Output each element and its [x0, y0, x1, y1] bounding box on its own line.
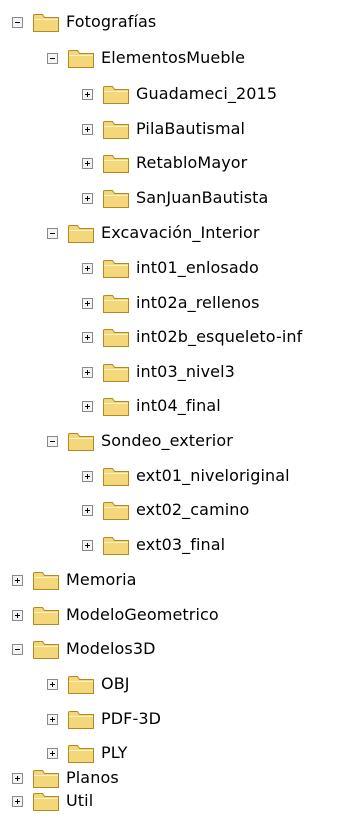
tree-item-label: RetabloMayor: [136, 153, 248, 172]
expand-icon[interactable]: [12, 795, 23, 807]
expand-icon[interactable]: [82, 262, 93, 274]
folder-icon: [103, 364, 129, 382]
tree-item-label: ext01_niveloriginal: [136, 466, 290, 485]
expand-icon[interactable]: [82, 504, 93, 516]
folder-icon: [103, 260, 129, 278]
tree-item-label: int01_enlosado: [136, 258, 259, 277]
tree-item-label: Guadameci_2015: [136, 84, 278, 103]
tree-item-elementosmueble[interactable]: ElementosMueble: [47, 41, 245, 75]
tree-item-label: Memoria: [66, 570, 137, 589]
folder-icon: [103, 121, 129, 139]
folder-icon: [68, 50, 94, 68]
expand-icon[interactable]: [47, 678, 58, 690]
tree-item-label: ElementosMueble: [101, 48, 246, 67]
tree-item-label: Excavación_Interior: [101, 223, 260, 242]
tree-item-pilabautismal[interactable]: PilaBautismal: [82, 112, 245, 146]
folder-icon: [33, 14, 59, 32]
expand-icon[interactable]: [12, 609, 23, 621]
folder-icon: [103, 398, 129, 416]
tree-item-label: PilaBautismal: [136, 119, 246, 138]
folder-icon: [68, 676, 94, 694]
folder-icon: [103, 155, 129, 173]
folder-tree: Fotografías ElementosMueble Guadameci_20…: [0, 0, 358, 818]
expand-icon[interactable]: [82, 192, 93, 204]
tree-item-fotografias[interactable]: Fotografías: [12, 5, 156, 39]
tree-item-memoria[interactable]: Memoria: [12, 563, 137, 597]
tree-item-int02a-rellenos[interactable]: int02a_rellenos: [82, 286, 260, 320]
expand-icon[interactable]: [82, 297, 93, 309]
tree-item-label: int02b_esqueleto-inf: [136, 327, 303, 346]
tree-item-util[interactable]: Util: [12, 784, 93, 818]
tree-item-guadameci-2015[interactable]: Guadameci_2015: [82, 77, 277, 111]
tree-item-label: ext02_camino: [136, 500, 250, 519]
expand-icon[interactable]: [82, 331, 93, 343]
tree-item-label: PDF-3D: [101, 709, 162, 728]
folder-icon: [103, 537, 129, 555]
folder-icon: [33, 572, 59, 590]
collapse-icon[interactable]: [12, 643, 23, 655]
tree-item-int03-nivel3[interactable]: int03_nivel3: [82, 355, 235, 389]
expand-icon[interactable]: [12, 574, 23, 586]
tree-item-excavacion-interior[interactable]: Excavación_Interior: [47, 216, 260, 250]
expand-icon[interactable]: [47, 713, 58, 725]
expand-icon[interactable]: [12, 772, 23, 784]
collapse-icon[interactable]: [47, 227, 58, 239]
expand-icon[interactable]: [82, 400, 93, 412]
folder-icon: [103, 502, 129, 520]
tree-item-label: Sondeo_exterior: [101, 431, 233, 450]
tree-item-modelos3d[interactable]: Modelos3D: [12, 632, 156, 666]
folder-icon: [33, 641, 59, 659]
expand-icon[interactable]: [82, 539, 93, 551]
expand-icon[interactable]: [82, 157, 93, 169]
tree-item-int01-enlosado[interactable]: int01_enlosado: [82, 251, 259, 285]
tree-item-label: Util: [66, 791, 94, 810]
tree-item-label: int02a_rellenos: [136, 293, 260, 312]
tree-item-sondeo-exterior[interactable]: Sondeo_exterior: [47, 424, 233, 458]
folder-icon: [68, 433, 94, 451]
folder-icon: [68, 225, 94, 243]
expand-icon[interactable]: [82, 88, 93, 100]
expand-icon[interactable]: [82, 470, 93, 482]
tree-item-modelogeometrico[interactable]: ModeloGeometrico: [12, 598, 219, 632]
collapse-icon[interactable]: [47, 52, 58, 64]
collapse-icon[interactable]: [12, 16, 23, 28]
tree-item-label: ext03_final: [136, 535, 226, 554]
folder-icon: [103, 86, 129, 104]
collapse-icon[interactable]: [47, 435, 58, 447]
folder-icon: [103, 468, 129, 486]
tree-item-ext02-camino[interactable]: ext02_camino: [82, 493, 249, 527]
tree-item-label: ModeloGeometrico: [66, 605, 219, 624]
tree-item-label: Fotografías: [66, 12, 157, 31]
folder-icon: [103, 190, 129, 208]
tree-item-int04-final[interactable]: int04_final: [82, 389, 221, 423]
tree-item-label: OBJ: [101, 674, 130, 693]
folder-icon: [33, 793, 59, 811]
folder-icon: [33, 607, 59, 625]
tree-item-label: PLY: [101, 743, 128, 762]
expand-icon[interactable]: [82, 123, 93, 135]
tree-item-retablomayor[interactable]: RetabloMayor: [82, 146, 247, 180]
tree-item-int02b-esqueleto-inf[interactable]: int02b_esqueleto-inf: [82, 320, 302, 354]
expand-icon[interactable]: [47, 747, 58, 759]
tree-item-ext03-final[interactable]: ext03_final: [82, 528, 225, 562]
folder-icon: [103, 329, 129, 347]
folder-icon: [68, 711, 94, 729]
folder-icon: [103, 295, 129, 313]
tree-item-label: Modelos3D: [66, 639, 156, 658]
tree-item-label: int03_nivel3: [136, 362, 235, 381]
tree-item-pdf-3d[interactable]: PDF-3D: [47, 702, 161, 736]
tree-item-label: int04_final: [136, 396, 221, 415]
tree-item-ext01-niveloriginal[interactable]: ext01_niveloriginal: [82, 459, 290, 493]
tree-item-obj[interactable]: OBJ: [47, 667, 130, 701]
expand-icon[interactable]: [82, 366, 93, 378]
tree-item-label: SanJuanBautista: [136, 188, 269, 207]
tree-item-sanjuanbautista[interactable]: SanJuanBautista: [82, 181, 268, 215]
